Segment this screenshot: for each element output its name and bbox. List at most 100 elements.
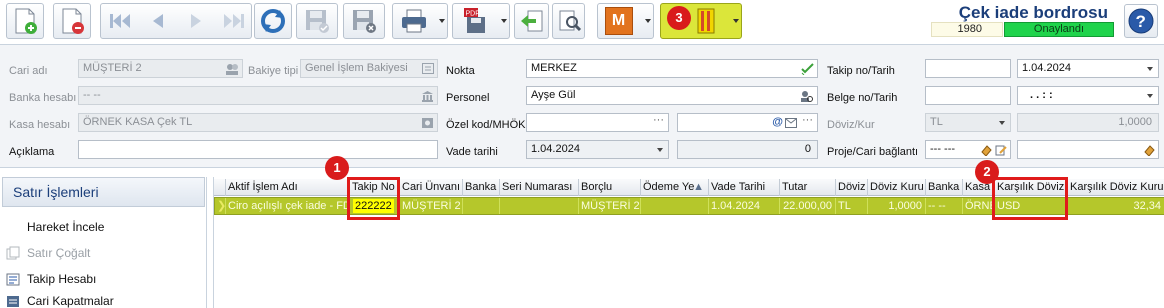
save-button[interactable] — [296, 3, 338, 39]
ozel-kod-input[interactable]: ··· — [526, 113, 669, 132]
kasa-hesabi-field[interactable]: ÖRNEK KASA Çek TL — [78, 113, 438, 132]
at-icon[interactable]: @ — [772, 114, 783, 131]
tools-button[interactable] — [552, 3, 585, 39]
col-banka[interactable]: Banka — [463, 179, 500, 196]
export-dropdown-arrow[interactable] — [501, 19, 507, 23]
cell-aktif-islem[interactable]: Ciro açılışlı çek iade - FD — [226, 198, 350, 214]
row-indicator-icon: ❯ — [217, 198, 226, 214]
side-item-takip-hesabi[interactable]: Takip Hesabı — [4, 272, 96, 286]
pdf-save-icon: PDF — [464, 8, 485, 33]
cell-kasa[interactable]: ÖRNE — [963, 198, 995, 214]
proje-field[interactable]: --- --- — [925, 140, 1011, 159]
cari-baglanti-field[interactable] — [1017, 140, 1159, 159]
bank-icon — [422, 91, 433, 102]
first-icon — [109, 14, 130, 28]
banka-hesabi-label: Banka hesabı — [9, 92, 77, 104]
belge-no-input[interactable] — [925, 86, 1011, 105]
col-borclu[interactable]: Borçlu — [579, 179, 641, 196]
new-button[interactable] — [6, 3, 44, 39]
help-button[interactable]: ? — [1124, 4, 1158, 38]
bakiye-tipi-field[interactable]: Genel İşlem Bakiyesi — [300, 59, 438, 78]
col-aktif-islem-adi[interactable]: Aktif İşlem Adı — [226, 179, 350, 196]
last-record-button[interactable] — [215, 4, 252, 38]
chevron-down-icon[interactable] — [1147, 67, 1153, 71]
refresh-button[interactable] — [254, 3, 292, 39]
cell-vade-tarihi[interactable]: 1.04.2024 — [709, 198, 780, 214]
col-odeme-yeri[interactable]: Ödeme Ye ▲ — [641, 179, 709, 196]
print-dropdown-arrow[interactable] — [439, 19, 445, 23]
cari-adi-field[interactable]: MÜŞTERİ 2 — [78, 59, 243, 78]
cell-cari-unvani[interactable]: MÜŞTERİ 2 — [400, 198, 463, 214]
chevron-down-icon[interactable] — [1147, 94, 1153, 98]
menu-dropdown-arrow[interactable] — [733, 19, 739, 23]
cell-borclu[interactable]: MÜŞTERİ 2 — [579, 198, 641, 214]
next-icon — [190, 14, 201, 28]
delete-button[interactable] — [53, 3, 91, 39]
personel-field[interactable]: Ayşe Gül — [526, 86, 818, 105]
cell-doviz[interactable]: TL — [836, 198, 868, 214]
row-operations-header: Satır İşlemleri — [2, 177, 205, 207]
next-record-button[interactable] — [177, 4, 214, 38]
nokta-field[interactable]: MERKEZ — [526, 59, 818, 78]
m-button[interactable]: M — [597, 3, 654, 39]
col-cari-unvani[interactable]: Cari Ünvanı — [400, 179, 463, 196]
cell-seri-no[interactable] — [500, 198, 579, 214]
edit-icon[interactable] — [995, 144, 1007, 156]
person-search-icon — [801, 91, 813, 102]
chevron-down-icon[interactable] — [657, 148, 663, 152]
doviz-field[interactable]: TL — [925, 113, 1011, 132]
col-vade-tarihi[interactable]: Vade Tarihi — [709, 179, 780, 196]
ellipsis-icon[interactable]: ··· — [653, 114, 664, 129]
mhok-input[interactable]: @ ··· — [677, 113, 818, 132]
menu-icon — [697, 8, 715, 34]
takip-no-input[interactable] — [925, 59, 1011, 78]
cell-banka[interactable] — [463, 198, 500, 214]
side-item-cari-kapatmalar[interactable]: Cari Kapatmalar — [4, 294, 114, 308]
col-doviz-kuru[interactable]: Döviz Kuru — [868, 179, 926, 196]
save-close-icon — [353, 10, 376, 33]
email-icon[interactable] — [785, 118, 797, 128]
cell-banka-2[interactable]: -- -- — [926, 198, 963, 214]
previous-icon — [152, 14, 163, 28]
first-record-button[interactable] — [101, 4, 138, 38]
eraser-icon[interactable] — [1143, 144, 1155, 156]
import-button[interactable] — [514, 3, 549, 39]
cell-doviz-kuru[interactable]: 1,0000 — [868, 198, 926, 214]
users-icon — [226, 64, 238, 75]
m-dropdown-arrow[interactable] — [645, 19, 651, 23]
ledger-icon — [6, 273, 20, 286]
previous-record-button[interactable] — [139, 4, 176, 38]
cell-odeme-yeri[interactable] — [641, 198, 709, 214]
refresh-icon — [261, 9, 285, 33]
banka-hesabi-field[interactable]: -- -- — [78, 86, 438, 105]
print-button[interactable] — [392, 3, 448, 39]
chevron-down-icon[interactable] — [999, 121, 1005, 125]
cell-karsilik-kur[interactable]: 32,34 — [1068, 198, 1164, 214]
eraser-icon[interactable] — [980, 144, 992, 156]
side-item-satir-cogalt[interactable]: Satır Çoğalt — [4, 246, 90, 260]
col-banka-2[interactable]: Banka — [926, 179, 963, 196]
vade-tarihi-label: Vade tarihi — [446, 146, 498, 158]
col-seri-numarasi[interactable]: Seri Numarası — [500, 179, 579, 196]
belge-tarih-field[interactable]: . . : : — [1017, 86, 1159, 105]
side-item-hareket-incele[interactable]: Hareket İncele — [4, 220, 104, 234]
cell-tutar[interactable]: 22.000,00 — [780, 198, 836, 214]
col-tutar[interactable]: Tutar — [780, 179, 836, 196]
highlight-takip-no — [347, 177, 400, 220]
cari-adi-label: Cari adı — [9, 65, 48, 77]
svg-text:PDF: PDF — [466, 11, 480, 18]
aciklama-input[interactable] — [78, 140, 438, 159]
col-doviz[interactable]: Döviz — [836, 179, 868, 196]
annotation-badge-1: 1 — [325, 156, 349, 180]
annotation-badge-2: 2 — [975, 160, 999, 184]
save-close-button[interactable] — [343, 3, 385, 39]
tools-icon — [559, 10, 581, 32]
ellipsis-icon[interactable]: ··· — [802, 114, 813, 129]
list-icon — [422, 63, 434, 74]
vade-tarihi-field[interactable]: 1.04.2024 — [526, 140, 669, 159]
takip-tarih-field[interactable]: 1.04.2024 — [1017, 59, 1159, 78]
col-karsilik-doviz-kuru[interactable]: Karşılık Döviz Kuru — [1068, 179, 1164, 196]
annotation-badge-3: 3 — [667, 6, 691, 30]
document-title: Çek iade bordrosu — [958, 3, 1108, 22]
export-pdf-button[interactable]: PDF — [452, 3, 510, 39]
